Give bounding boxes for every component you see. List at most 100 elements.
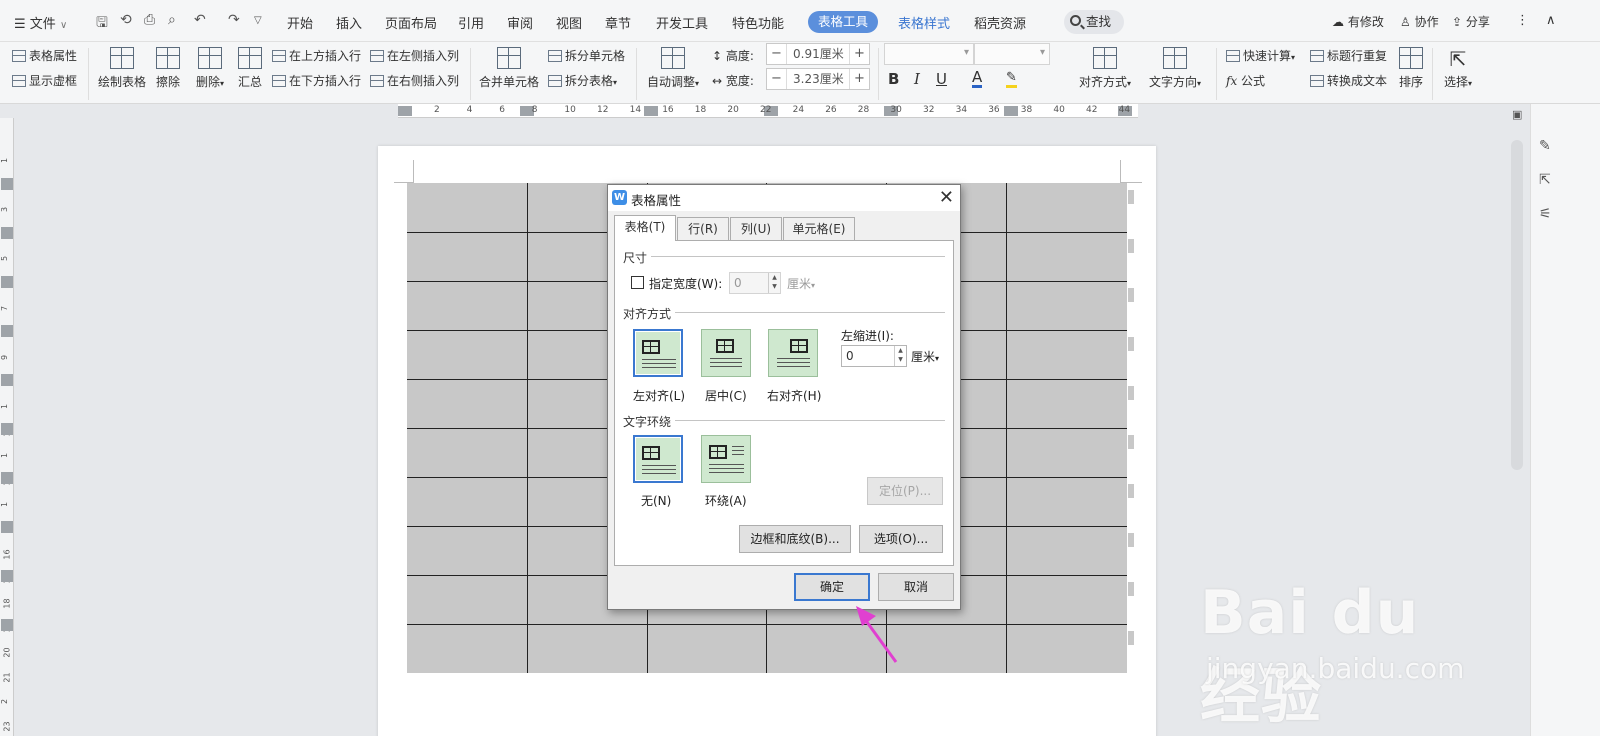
- align-center-option[interactable]: [701, 329, 751, 377]
- tab-row[interactable]: 行(R): [677, 217, 729, 240]
- undo-icon[interactable]: ↶: [194, 12, 206, 28]
- ruler-row-marker[interactable]: [1, 423, 13, 435]
- menu-review[interactable]: 审阅: [507, 13, 533, 32]
- formula-button[interactable]: fx 公式: [1226, 72, 1265, 89]
- more-icon[interactable]: ⋮: [1516, 13, 1529, 28]
- width-stepper[interactable]: − 3.23厘米 +: [766, 68, 870, 90]
- minus-icon[interactable]: −: [767, 69, 787, 89]
- collaborate-button[interactable]: ♙ 协作: [1400, 13, 1439, 30]
- vertical-ruler[interactable]: 1134567891011211415161718192021223: [0, 118, 14, 736]
- ruler-row-marker[interactable]: [1, 325, 13, 337]
- ok-button[interactable]: 确定: [794, 573, 870, 601]
- highlight-icon[interactable]: ✎: [1006, 70, 1017, 88]
- select-cursor-icon[interactable]: ⇱: [1539, 172, 1555, 188]
- align-button[interactable]: 对齐方式▾: [1076, 47, 1134, 90]
- horizontal-ruler[interactable]: 2 4 6 8 10 12 14 16 18 20 22 24 26 28 30 32 34 36 38 40 42 44: [398, 104, 1138, 118]
- width-input[interactable]: 0 ▲ ▼: [729, 272, 781, 294]
- menu-page-layout[interactable]: 页面布局: [385, 13, 437, 32]
- underline-icon[interactable]: U: [936, 70, 947, 88]
- panel-toggle-icon[interactable]: ▣: [1512, 108, 1528, 124]
- save-icon[interactable]: 🖫: [96, 12, 108, 36]
- search-box[interactable]: 查找: [1064, 10, 1124, 34]
- spin-arrows-icon[interactable]: ▲ ▼: [894, 346, 906, 366]
- settings-sliders-icon[interactable]: ⚟: [1539, 206, 1555, 222]
- insert-left-button[interactable]: 在左侧插入列: [370, 47, 459, 64]
- redo-icon[interactable]: ↷: [228, 12, 240, 28]
- modified-button[interactable]: ☁ 有修改: [1332, 13, 1384, 30]
- menu-developer[interactable]: 开发工具: [656, 13, 708, 32]
- wrap-around-option[interactable]: [701, 435, 751, 483]
- ruler-column-marker[interactable]: [644, 106, 658, 116]
- tab-cell[interactable]: 单元格(E): [783, 217, 855, 240]
- split-table-button[interactable]: 拆分表格▾: [548, 72, 617, 89]
- ruler-row-marker[interactable]: [1, 276, 13, 288]
- plus-icon[interactable]: +: [849, 69, 869, 89]
- table-properties-button[interactable]: 表格属性: [12, 47, 77, 64]
- plus-icon[interactable]: +: [849, 44, 869, 64]
- draw-table-button[interactable]: 绘制表格: [96, 47, 148, 90]
- erase-button[interactable]: 擦除: [152, 47, 184, 90]
- ruler-row-marker[interactable]: [1, 374, 13, 386]
- insert-above-button[interactable]: 在上方插入行: [272, 47, 361, 64]
- align-right-option[interactable]: [768, 329, 818, 377]
- ruler-row-marker[interactable]: [1, 178, 13, 190]
- menu-references[interactable]: 引用: [458, 13, 484, 32]
- title-row-repeat-button[interactable]: 标题行重复: [1310, 47, 1387, 64]
- minus-icon[interactable]: −: [767, 44, 787, 64]
- ruler-row-marker[interactable]: [1, 570, 13, 582]
- insert-right-button[interactable]: 在右侧插入列: [370, 72, 459, 89]
- tab-table-style[interactable]: 表格样式: [898, 13, 950, 32]
- tab-docer[interactable]: 稻壳资源: [974, 13, 1026, 32]
- menu-home[interactable]: 开始: [287, 13, 313, 32]
- ruler-row-marker[interactable]: [1, 619, 13, 631]
- cancel-button[interactable]: 取消: [878, 573, 954, 601]
- options-button[interactable]: 选项(O)...: [859, 525, 943, 553]
- auto-adjust-button[interactable]: 自动调整▾: [644, 47, 702, 90]
- menu-special[interactable]: 特色功能: [732, 13, 784, 32]
- spin-arrows-icon[interactable]: ▲ ▼: [768, 273, 780, 293]
- customize-icon[interactable]: ▽: [254, 15, 262, 26]
- show-gridlines-button[interactable]: 显示虚框: [12, 72, 77, 89]
- collapse-ribbon-icon[interactable]: ∧: [1546, 13, 1556, 28]
- ruler-row-marker[interactable]: [1, 227, 13, 239]
- menu-view[interactable]: 视图: [556, 13, 582, 32]
- split-cells-button[interactable]: 拆分单元格: [548, 47, 625, 64]
- print-icon[interactable]: ⎙: [144, 12, 155, 28]
- align-left-option[interactable]: [633, 329, 683, 377]
- merge-cells-button[interactable]: 合并单元格: [478, 47, 540, 90]
- format-painter-icon[interactable]: ⟲: [120, 12, 132, 28]
- bold-icon[interactable]: B: [888, 70, 899, 88]
- delete-button[interactable]: 删除▾: [190, 47, 230, 90]
- font-color-icon[interactable]: A: [972, 70, 983, 88]
- tab-column[interactable]: 列(U): [730, 217, 782, 240]
- sort-button[interactable]: 排序: [1396, 47, 1426, 90]
- menu-insert[interactable]: 插入: [336, 13, 362, 32]
- edit-pen-icon[interactable]: ✎: [1539, 138, 1555, 154]
- ruler-column-marker[interactable]: [1004, 106, 1018, 116]
- wrap-none-option[interactable]: [633, 435, 683, 483]
- italic-icon[interactable]: I: [914, 70, 920, 88]
- convert-to-text-button[interactable]: 转换成文本: [1310, 72, 1387, 89]
- borders-shading-button[interactable]: 边框和底纹(B)...: [739, 525, 851, 553]
- width-unit-select[interactable]: 厘米▾: [787, 275, 815, 292]
- share-button[interactable]: ⇪ 分享: [1452, 13, 1490, 30]
- menu-chapter[interactable]: 章节: [605, 13, 631, 32]
- ruler-row-marker[interactable]: [1, 472, 13, 484]
- tab-table[interactable]: 表格(T): [614, 215, 676, 241]
- font-family-select[interactable]: [884, 43, 974, 65]
- indent-unit-select[interactable]: 厘米▾: [911, 348, 939, 365]
- left-indent-input[interactable]: 0 ▲ ▼: [841, 345, 907, 367]
- ruler-column-marker[interactable]: [398, 106, 412, 116]
- position-button[interactable]: 定位(P)...: [867, 477, 943, 505]
- dialog-titlebar[interactable]: W 表格属性 ✕: [608, 185, 960, 211]
- tab-table-tools[interactable]: 表格工具: [808, 11, 879, 33]
- select-button[interactable]: ⇱ 选择▾: [1440, 47, 1476, 90]
- quick-calc-button[interactable]: 快速计算▾: [1226, 47, 1295, 64]
- summary-button[interactable]: 汇总: [234, 47, 266, 90]
- ruler-row-marker[interactable]: [1, 521, 13, 533]
- font-size-select[interactable]: [974, 43, 1050, 65]
- text-direction-button[interactable]: 文字方向▾: [1146, 47, 1204, 90]
- insert-below-button[interactable]: 在下方插入行: [272, 72, 361, 89]
- height-stepper[interactable]: − 0.91厘米 +: [766, 43, 870, 65]
- close-icon[interactable]: ✕: [939, 187, 954, 208]
